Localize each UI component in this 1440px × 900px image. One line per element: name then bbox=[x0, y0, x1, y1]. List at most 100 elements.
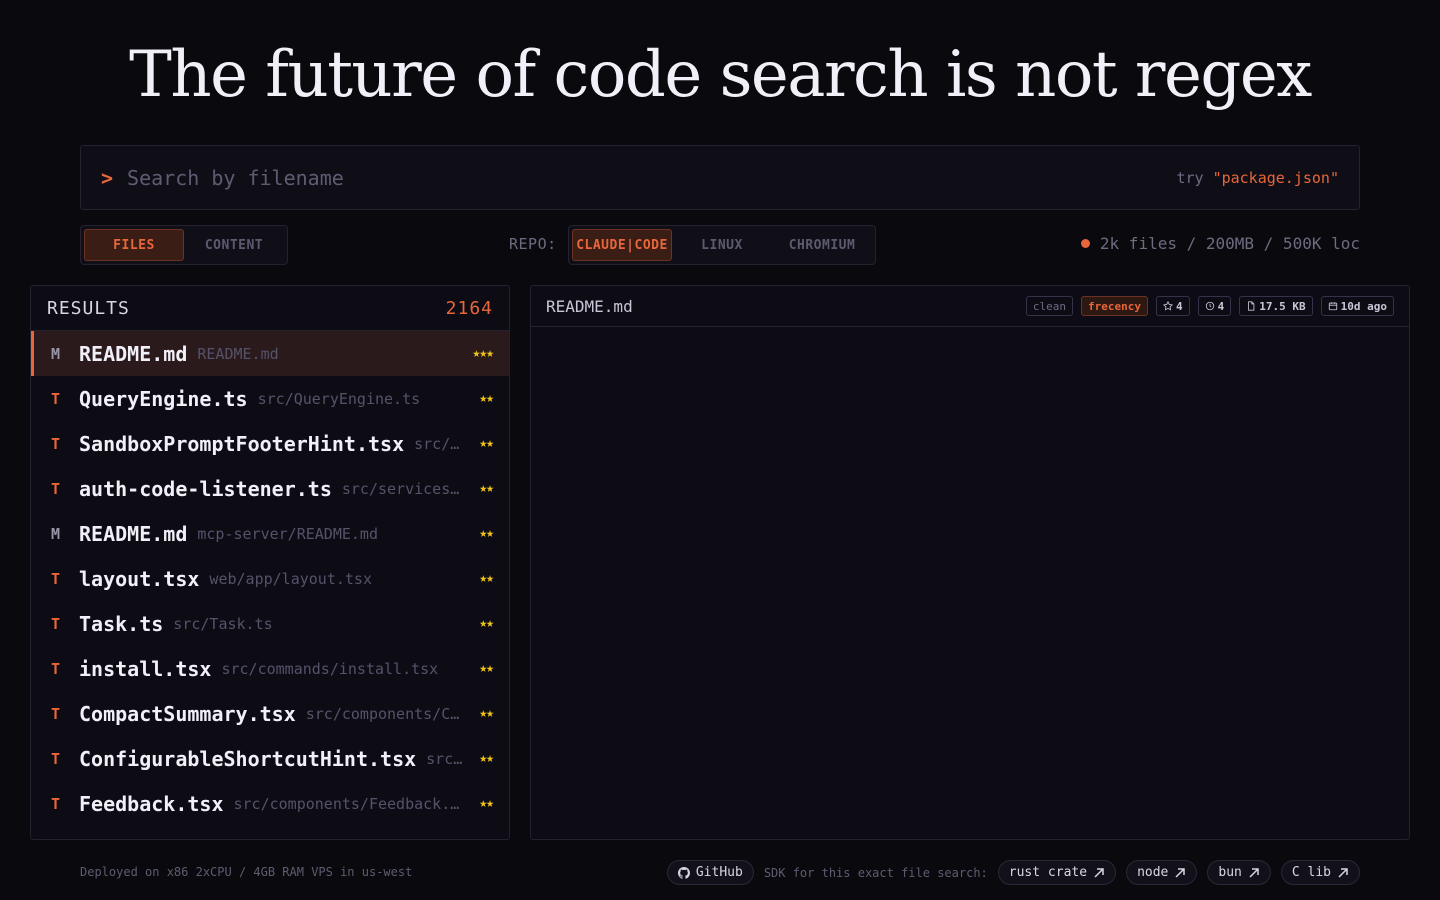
repo-label: REPO: bbox=[509, 235, 557, 253]
sdk-label: SDK for this exact file search: bbox=[763, 865, 988, 880]
result-filename: auth-code-listener.ts bbox=[79, 476, 332, 501]
bun-link-label: bun bbox=[1218, 865, 1242, 880]
preview-header: README.md clean frecency 4 4 17.5 KB 10d… bbox=[531, 286, 1409, 327]
stars-badge-value: 4 bbox=[1176, 299, 1183, 313]
results-title: RESULTS bbox=[47, 297, 130, 319]
rust-crate-link[interactable]: rust crate bbox=[997, 860, 1117, 885]
file-type-indicator: T bbox=[51, 749, 61, 768]
result-path: mcp-server/README.md bbox=[197, 524, 378, 543]
result-stars: ★★ bbox=[479, 526, 494, 541]
file-type-indicator: T bbox=[51, 434, 61, 453]
file-type-indicator: T bbox=[51, 659, 61, 678]
size-badge: 17.5 KB bbox=[1239, 296, 1313, 316]
result-filename: README.md bbox=[79, 341, 188, 366]
search-hint-prefix: try bbox=[1176, 168, 1213, 187]
result-stars: ★★ bbox=[479, 661, 494, 676]
content-mode-button[interactable]: CONTENT bbox=[184, 229, 284, 261]
files-mode-button[interactable]: FILES bbox=[84, 229, 184, 261]
result-stars: ★★ bbox=[479, 796, 494, 811]
size-badge-value: 17.5 KB bbox=[1259, 299, 1306, 313]
result-path: src/components/Feedback.… bbox=[233, 794, 460, 813]
repo-stats: 2k files / 200MB / 500K loc bbox=[1080, 234, 1360, 253]
result-stars: ★★ bbox=[479, 436, 494, 451]
result-stars: ★★ bbox=[479, 391, 494, 406]
external-arrow-icon bbox=[1338, 867, 1348, 878]
repo-option-chromium[interactable]: CHROMIUM bbox=[772, 229, 872, 261]
result-path: src… bbox=[426, 749, 463, 768]
result-row[interactable]: T Feedback.tsx src/components/Feedback.… ★★ bbox=[31, 781, 509, 826]
file-icon bbox=[1248, 301, 1255, 311]
clock-icon bbox=[1205, 301, 1214, 311]
c-lib-link[interactable]: C lib bbox=[1280, 860, 1360, 885]
result-filename: SandboxPromptFooterHint.tsx bbox=[79, 431, 405, 456]
result-path: src/commands/install.tsx bbox=[221, 659, 439, 678]
repo-option-linux[interactable]: LINUX bbox=[672, 229, 772, 261]
history-badge-value: 4 bbox=[1217, 299, 1225, 313]
result-stars: ★★ bbox=[479, 616, 494, 631]
result-stars: ★★ bbox=[479, 481, 494, 496]
repo-option-claude-code[interactable]: CLAUDE|CODE bbox=[572, 229, 672, 261]
result-path: web/app/layout.tsx bbox=[209, 569, 372, 588]
page-headline: The future of code search is not regex bbox=[129, 38, 1312, 112]
external-arrow-icon bbox=[1094, 867, 1104, 878]
node-link[interactable]: node bbox=[1126, 860, 1198, 885]
file-type-indicator: T bbox=[51, 389, 61, 408]
file-type-indicator: T bbox=[51, 479, 61, 498]
frecency-badge: frecency bbox=[1081, 296, 1149, 316]
result-row[interactable]: T Task.ts src/Task.ts ★★ bbox=[31, 601, 509, 646]
stars-badge: 4 bbox=[1156, 296, 1190, 316]
calendar-icon bbox=[1328, 302, 1337, 311]
prompt-icon: > bbox=[101, 165, 114, 190]
result-row[interactable]: T CompactSummary.tsx src/components/C… ★★ bbox=[31, 691, 509, 736]
results-count: 2164 bbox=[445, 297, 493, 319]
result-row[interactable]: T SandboxPromptFooterHint.tsx src/… ★★ bbox=[31, 421, 509, 466]
result-stars: ★★ bbox=[479, 751, 494, 766]
search-input[interactable] bbox=[127, 165, 1177, 190]
file-type-indicator: M bbox=[51, 524, 61, 543]
result-path: src/Task.ts bbox=[173, 614, 273, 633]
file-type-indicator: T bbox=[51, 704, 61, 723]
star-outline-icon bbox=[1163, 301, 1174, 311]
result-filename: ConfigurableShortcutHint.tsx bbox=[79, 746, 417, 771]
result-row[interactable]: T ConfigurableShortcutHint.tsx src… ★★ bbox=[31, 736, 509, 781]
result-filename: layout.tsx bbox=[79, 566, 200, 591]
result-row[interactable]: Tlayout.tsx web/app/layout.tsx ★★ bbox=[31, 556, 509, 601]
result-filename: Feedback.tsx bbox=[79, 791, 224, 816]
result-filename: README.md bbox=[79, 521, 188, 546]
search-hint-query[interactable]: "package.json" bbox=[1213, 169, 1339, 187]
result-row[interactable]: T QueryEngine.ts src/QueryEngine.ts ★★ bbox=[31, 376, 509, 421]
rust-crate-label: rust crate bbox=[1008, 865, 1088, 880]
repo-toggle: CLAUDE|CODE LINUX CHROMIUM bbox=[568, 225, 876, 265]
file-type-indicator: T bbox=[51, 569, 61, 588]
github-link[interactable]: GitHub bbox=[666, 860, 754, 885]
result-row[interactable]: M README.md mcp-server/README.md ★★ bbox=[31, 511, 509, 556]
results-panel: RESULTS 2164 M README.md README.md ★★★ T Quer… bbox=[30, 285, 510, 840]
bun-link[interactable]: bun bbox=[1207, 860, 1271, 885]
result-path: README.md bbox=[197, 344, 279, 363]
footer-links: GitHub SDK for this exact file search: r… bbox=[666, 860, 1360, 885]
file-preview-panel: README.md clean frecency 4 4 17.5 KB 10d… bbox=[530, 285, 1410, 840]
git-status-badge: clean bbox=[1025, 296, 1074, 316]
result-row[interactable]: Tauth-code-listener.ts src/services… ★★ bbox=[31, 466, 509, 511]
search-bar[interactable]: > try "package.json" bbox=[80, 145, 1360, 210]
github-link-label: GitHub bbox=[695, 865, 743, 880]
preview-filename: README.md bbox=[546, 296, 633, 316]
result-stars: ★★ bbox=[479, 706, 494, 721]
file-type-indicator: M bbox=[51, 344, 61, 363]
result-stars: ★★ bbox=[479, 571, 494, 586]
result-row[interactable]: Tinstall.tsx src/commands/install.tsx ★★ bbox=[31, 646, 509, 691]
modified-badge: 10d ago bbox=[1320, 296, 1394, 316]
external-arrow-icon bbox=[1175, 867, 1186, 878]
repo-stats-text: 2k files / 200MB / 500K loc bbox=[1099, 234, 1360, 253]
result-path: src/… bbox=[414, 434, 460, 453]
file-type-indicator: T bbox=[51, 614, 61, 633]
external-arrow-icon bbox=[1249, 867, 1259, 878]
file-type-indicator: T bbox=[51, 794, 61, 813]
c-lib-link-label: C lib bbox=[1291, 865, 1331, 880]
result-path: src/components/C… bbox=[305, 704, 460, 723]
result-row[interactable]: M README.md README.md ★★★ bbox=[31, 331, 509, 376]
status-dot-icon bbox=[1080, 239, 1090, 248]
preview-badges: clean frecency 4 4 17.5 KB 10d ago bbox=[1025, 296, 1394, 316]
node-link-label: node bbox=[1137, 865, 1169, 880]
result-filename: QueryEngine.ts bbox=[79, 386, 248, 411]
